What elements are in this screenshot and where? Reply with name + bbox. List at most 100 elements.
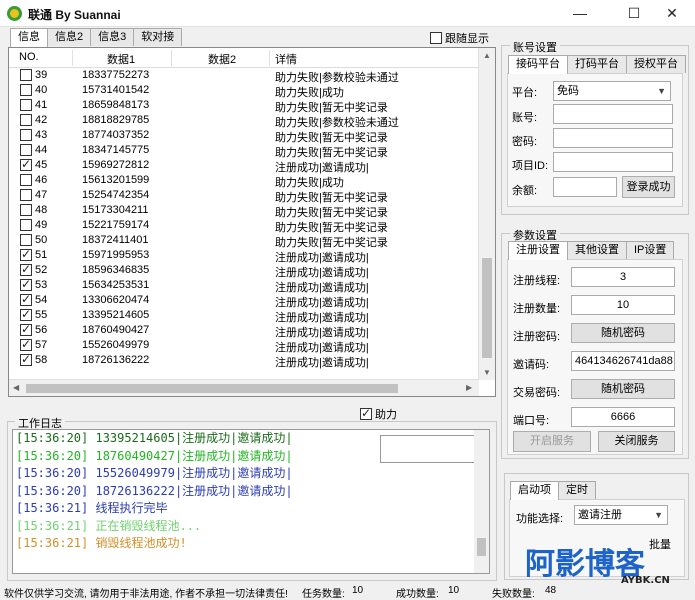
table-row[interactable]: 5513395214605注册成功|邀请成功|	[9, 307, 479, 324]
table-row[interactable]: 5618760490427注册成功|邀请成功|	[9, 322, 479, 339]
table-row[interactable]: 5115971995953注册成功|邀请成功|	[9, 247, 479, 264]
tab-register-settings[interactable]: 注册设置	[508, 241, 568, 260]
row-checkbox[interactable]	[20, 247, 32, 261]
row-checkbox[interactable]	[20, 189, 32, 201]
project-id-input[interactable]	[553, 152, 673, 172]
tab-other-settings[interactable]: 其他设置	[567, 241, 627, 259]
password-input[interactable]	[553, 128, 673, 148]
log-side-input[interactable]	[380, 435, 485, 463]
row-checkbox[interactable]	[20, 84, 32, 96]
table-row[interactable]: 5218596346835注册成功|邀请成功|	[9, 262, 479, 279]
table-row[interactable]: 49 15221759174 助力失败|暂无中奖记录	[9, 218, 479, 234]
row-checkbox[interactable]	[20, 157, 32, 171]
row-checkbox[interactable]	[20, 277, 32, 291]
row-checkbox[interactable]	[20, 69, 32, 81]
scroll-down-icon[interactable]: ▼	[483, 368, 491, 377]
row-checkbox[interactable]	[20, 322, 32, 336]
tab-auth-platform[interactable]: 授权平台	[626, 55, 686, 73]
table-row[interactable]: 44 18347145775 助力失败|暂无中奖记录	[9, 143, 479, 159]
log-line: [15:36:21] 线程执行完毕	[16, 501, 168, 515]
scroll-up-icon[interactable]: ▲	[483, 51, 491, 60]
list-hscroll-thumb[interactable]	[26, 384, 398, 393]
log-vertical-scrollbar[interactable]	[474, 430, 489, 573]
table-row[interactable]: 5715526049979注册成功|邀请成功|	[9, 337, 479, 354]
row-checkbox[interactable]	[20, 352, 32, 366]
row-checkbox[interactable]	[20, 99, 32, 111]
threads-input[interactable]: 3	[571, 267, 675, 287]
row-checkbox[interactable]	[20, 219, 32, 231]
table-row[interactable]: 50 18372411401 助力失败|暂无中奖记录	[9, 233, 479, 249]
table-row[interactable]: 47 15254742354 助力失败|暂无中奖记录	[9, 188, 479, 204]
row-checkbox[interactable]	[20, 234, 32, 246]
row-checkbox[interactable]	[20, 129, 32, 141]
platform-select[interactable]: 免码 ▼	[553, 81, 671, 101]
row-no: 53	[35, 279, 48, 291]
row-checkbox[interactable]	[20, 337, 32, 351]
data-list[interactable]: NO. 数据1 数据2 详情 39 18337752273 助力失败|参数校验未通过…	[8, 47, 496, 397]
row-data1: 15173304211	[82, 204, 149, 216]
function-select[interactable]: 邀请注册 ▼	[574, 505, 668, 525]
header-data2[interactable]: 数据2	[208, 51, 236, 67]
table-row[interactable]: 39 18337752273 助力失败|参数校验未通过	[9, 68, 479, 84]
scroll-left-icon[interactable]: ◀	[13, 383, 19, 392]
header-detail[interactable]: 详情	[275, 51, 297, 67]
tab-info3[interactable]: 信息3	[90, 28, 135, 46]
table-row[interactable]: 41 18659848173 助力失败|暂无中奖记录	[9, 98, 479, 114]
login-button[interactable]: 登录成功	[622, 176, 675, 198]
port-input[interactable]: 6666	[571, 407, 675, 427]
row-no: 46	[35, 174, 48, 186]
table-row[interactable]: 5413306620474注册成功|邀请成功|	[9, 292, 479, 309]
tab-sms-platform[interactable]: 接码平台	[508, 55, 568, 74]
table-row[interactable]: 43 18774037352 助力失败|暂无中奖记录	[9, 128, 479, 144]
row-checkbox[interactable]	[20, 307, 32, 321]
row-checkbox[interactable]	[20, 262, 32, 276]
tab-startup[interactable]: 启动项	[510, 481, 559, 500]
log-vscroll-thumb[interactable]	[477, 538, 486, 556]
table-row[interactable]: 4515969272812注册成功|邀请成功|	[9, 157, 479, 174]
row-checkbox[interactable]	[20, 114, 32, 126]
assist-checkbox[interactable]: 助力	[360, 406, 397, 422]
header-data1[interactable]: 数据1	[107, 51, 135, 67]
table-row[interactable]: 58 18726136222 注册成功|邀请成功|	[9, 352, 479, 369]
password-label: 密码:	[512, 136, 538, 148]
list-horizontal-scrollbar[interactable]: ◀ ▶	[9, 379, 479, 396]
row-data1: 18726136222	[82, 354, 150, 366]
list-vertical-scrollbar[interactable]: ▲ ▼	[478, 48, 495, 380]
row-checkbox[interactable]	[20, 204, 32, 216]
table-row[interactable]: 40 15731401542 助力失败|成功	[9, 83, 479, 99]
tab-soft-connect[interactable]: 软对接	[133, 28, 183, 46]
row-checkbox[interactable]	[20, 292, 32, 306]
minimize-button[interactable]: —	[557, 0, 603, 27]
row-data1: 15731401542	[82, 84, 150, 96]
success-count-value: 10	[448, 585, 460, 596]
tab-timer[interactable]: 定时	[558, 481, 596, 499]
row-no: 44	[35, 144, 48, 156]
app-logo-icon	[7, 6, 22, 21]
follow-display-check-icon[interactable]	[430, 32, 442, 44]
tab-ip-settings[interactable]: IP设置	[626, 241, 675, 259]
header-no[interactable]: NO.	[19, 51, 39, 63]
table-row[interactable]: 46 15613201599 助力失败|成功	[9, 173, 479, 189]
balance-input[interactable]	[553, 177, 617, 197]
reg-password-button[interactable]: 随机密码	[571, 323, 675, 343]
table-row[interactable]: 42 18818829785 助力失败|参数校验未通过	[9, 113, 479, 129]
close-button[interactable]: ✕	[649, 0, 695, 27]
tab-captcha-platform[interactable]: 打码平台	[567, 55, 627, 73]
param-tabs: 注册设置 其他设置 IP设置	[508, 241, 675, 260]
table-row[interactable]: 5315634253531注册成功|邀请成功|	[9, 277, 479, 294]
stop-service-button[interactable]: 关闭服务	[598, 431, 675, 452]
row-checkbox[interactable]	[20, 174, 32, 186]
assist-check-icon[interactable]	[360, 406, 372, 420]
row-checkbox[interactable]	[20, 144, 32, 156]
trade-password-button[interactable]: 随机密码	[571, 379, 675, 399]
tab-info[interactable]: 信息	[10, 28, 48, 47]
start-service-button[interactable]: 开启服务	[513, 431, 591, 452]
account-input[interactable]	[553, 104, 673, 124]
follow-display-checkbox[interactable]: 跟随显示	[430, 30, 489, 46]
table-row[interactable]: 48 15173304211 助力失败|暂无中奖记录	[9, 203, 479, 219]
scroll-right-icon[interactable]: ▶	[466, 383, 472, 392]
invite-code-input[interactable]: 464134626741da88	[571, 351, 675, 371]
tab-info2[interactable]: 信息2	[47, 28, 92, 46]
list-vscroll-thumb[interactable]	[482, 258, 492, 358]
reg-count-input[interactable]: 10	[571, 295, 675, 315]
